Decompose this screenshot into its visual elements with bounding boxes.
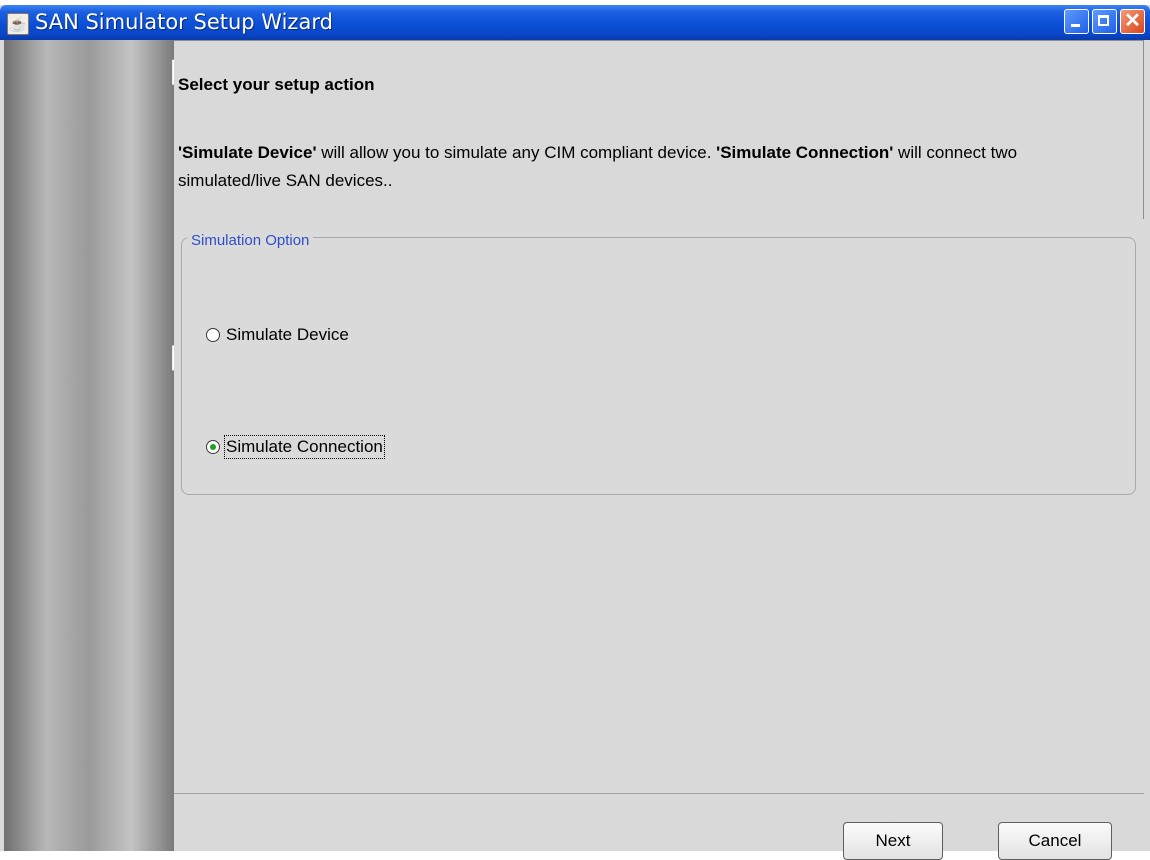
minimize-icon (1071, 24, 1080, 27)
radio-simulate-connection[interactable] (206, 440, 220, 454)
maximize-icon (1098, 15, 1109, 26)
header-title: Select your setup action (178, 75, 375, 94)
desc-device-term: 'Simulate Device' (178, 143, 317, 162)
sidebar-banner-text: SAN Simulator (152, 40, 174, 842)
option-label[interactable]: Simulate Connection (224, 435, 385, 459)
next-button[interactable]: Next (843, 822, 943, 860)
option-simulate-device[interactable]: Simulate Device (206, 325, 349, 345)
option-label[interactable]: Simulate Device (226, 325, 349, 345)
cancel-button[interactable]: Cancel (998, 822, 1112, 860)
close-button[interactable]: ✕ (1120, 9, 1145, 34)
title-bar[interactable]: ☕ SAN Simulator Setup Wizard ✕ (0, 5, 1150, 40)
sidebar-banner: SAN Simulator (4, 40, 174, 851)
group-legend: Simulation Option (187, 232, 314, 249)
desc-device-text: will allow you to simulate any CIM compl… (316, 143, 717, 162)
desc-connection-term: 'Simulate Connection' (716, 143, 894, 162)
window-title: SAN Simulator Setup Wizard (35, 10, 333, 34)
java-cup-icon: ☕ (7, 13, 29, 35)
maximize-button[interactable] (1092, 9, 1117, 34)
content-panel (174, 219, 1144, 799)
header-description: 'Simulate Device' will allow you to simu… (178, 139, 1078, 195)
close-icon: ✕ (1124, 10, 1141, 32)
header-panel: Select your setup action 'Simulate Devic… (174, 40, 1144, 224)
radio-simulate-device[interactable] (206, 328, 220, 342)
minimize-button[interactable] (1064, 9, 1089, 34)
option-simulate-connection[interactable]: Simulate Connection (206, 435, 385, 459)
